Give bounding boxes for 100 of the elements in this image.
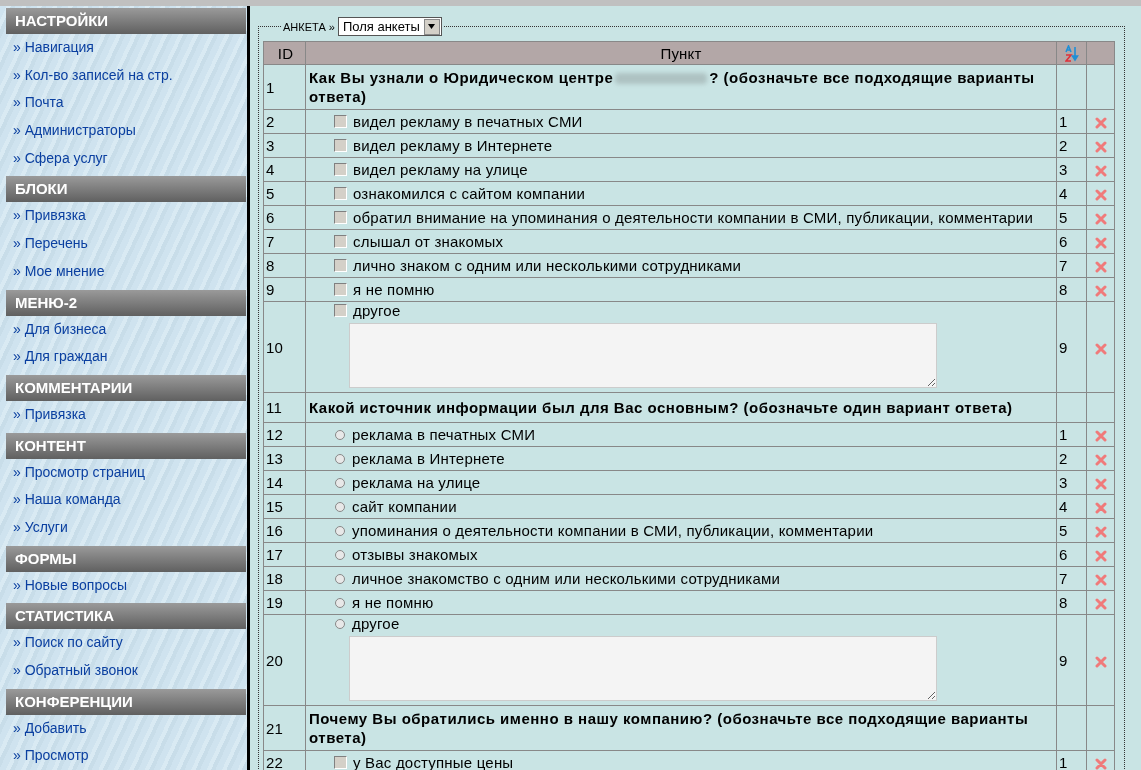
delete-icon[interactable]	[1094, 342, 1107, 355]
delete-icon[interactable]	[1094, 598, 1107, 611]
question-text: Какой источник информации был для Вас основным? (обозначьте один вариант ответа)	[305, 392, 1057, 423]
delete-icon[interactable]	[1094, 574, 1107, 587]
radio-button[interactable]	[335, 477, 345, 488]
radio-button[interactable]	[335, 429, 345, 440]
delete-icon[interactable]	[1094, 165, 1107, 178]
checkbox[interactable]	[334, 756, 347, 769]
id-cell: 18	[263, 566, 306, 591]
breadcrumb-label: АНКЕТА »	[283, 20, 335, 33]
text-area[interactable]	[349, 636, 937, 701]
option-label: видел рекламу в Интернете	[353, 137, 553, 154]
text-area[interactable]	[349, 323, 937, 388]
checkbox[interactable]	[334, 115, 347, 128]
order-cell: 6	[1056, 542, 1087, 567]
id-cell: 11	[263, 392, 306, 423]
checkbox[interactable]	[334, 187, 347, 200]
order-cell: 3	[1056, 470, 1087, 495]
order-cell: 9	[1056, 614, 1087, 706]
sidebar-link[interactable]: » Поиск по сайту	[0, 629, 123, 657]
checkbox[interactable]	[334, 283, 347, 296]
sidebar-link[interactable]: » Привязка	[0, 202, 86, 231]
delete-icon[interactable]	[1094, 550, 1107, 563]
sidebar-link[interactable]: » Услуги	[0, 513, 68, 542]
sidebar-link[interactable]: » Для граждан	[0, 343, 108, 371]
sidebar-link[interactable]: » Просмотр страниц	[0, 458, 146, 487]
option-label: я не помню	[352, 594, 434, 611]
option-label: упоминания о деятельности компании в СМИ, публикации, комментарии	[352, 522, 874, 539]
question-text: Почему Вы обратились именно в нашу компанию? (обозначьте все подходящие варианты ответа)	[305, 705, 1057, 751]
sidebar-link[interactable]: » Обратный звонок	[0, 657, 138, 685]
sidebar-link[interactable]: » Для бизнеса	[0, 315, 107, 344]
option-label: личное знакомство с одним или несколькими сотрудниками	[352, 570, 780, 587]
id-cell: 2	[263, 109, 306, 134]
radio-button[interactable]	[335, 453, 345, 464]
delete-icon[interactable]	[1094, 430, 1107, 443]
option-label: видел рекламу в печатных СМИ	[353, 113, 583, 130]
checkbox[interactable]	[334, 304, 347, 317]
sidebar-link[interactable]: » Наша команда	[0, 486, 121, 514]
sidebar-link[interactable]: » Навигация	[0, 34, 94, 62]
id-cell: 15	[263, 494, 306, 519]
order-cell: 7	[1056, 253, 1087, 278]
sidebar-link[interactable]: » Новые вопросы	[0, 571, 128, 600]
order-cell: 4	[1056, 494, 1087, 519]
sidebar-link[interactable]: » Просмотр	[0, 742, 89, 770]
form-select[interactable]: Поля анкеты	[337, 17, 442, 36]
delete-icon[interactable]	[1094, 758, 1107, 770]
order-cell: 1	[1056, 422, 1087, 447]
id-cell: 6	[263, 205, 306, 230]
sidebar-link[interactable]: » Добавить	[0, 714, 87, 743]
id-cell: 21	[263, 705, 306, 751]
sidebar-link[interactable]: » Привязка	[0, 400, 86, 429]
delete-icon[interactable]	[1094, 526, 1107, 539]
radio-button[interactable]	[335, 549, 345, 560]
id-cell: 12	[263, 422, 306, 447]
sidebar-link[interactable]: » Администраторы	[0, 117, 136, 145]
radio-button[interactable]	[335, 618, 345, 629]
checkbox[interactable]	[334, 211, 347, 224]
delete-icon[interactable]	[1094, 213, 1107, 226]
id-cell: 20	[263, 614, 306, 706]
sidebar-link[interactable]: » Сфера услуг	[0, 144, 108, 173]
radio-button[interactable]	[335, 525, 345, 536]
sidebar-link[interactable]: » Кол-во записей на стр.	[0, 61, 173, 90]
delete-icon[interactable]	[1094, 189, 1107, 202]
sidebar-section-header: КОММЕНТАРИИ	[6, 374, 246, 401]
sidebar-link[interactable]: » Мое мнение	[0, 257, 105, 286]
delete-icon[interactable]	[1094, 285, 1107, 298]
checkbox[interactable]	[334, 259, 347, 272]
id-cell: 10	[263, 301, 306, 393]
checkbox[interactable]	[334, 139, 347, 152]
checkbox[interactable]	[334, 235, 347, 248]
sidebar-section-header: БЛОКИ	[6, 176, 246, 203]
sidebar-section-header: МЕНЮ-2	[6, 289, 246, 316]
option-label: реклама в печатных СМИ	[352, 426, 536, 443]
radio-button[interactable]	[335, 501, 345, 512]
option-label: слышал от знакомых	[353, 233, 504, 250]
delete-icon[interactable]	[1094, 141, 1107, 154]
sort-icon[interactable]	[1064, 45, 1079, 63]
radio-button[interactable]	[335, 597, 345, 608]
column-header: ID	[263, 41, 306, 65]
id-cell: 9	[263, 277, 306, 302]
order-cell: 7	[1056, 566, 1087, 591]
sidebar-link[interactable]: » Перечень	[0, 230, 88, 258]
delete-icon[interactable]	[1094, 502, 1107, 515]
order-cell: 5	[1056, 205, 1087, 230]
checkbox[interactable]	[334, 163, 347, 176]
option-label: сайт компании	[352, 498, 457, 515]
option-label: другое	[352, 615, 400, 632]
order-cell: 4	[1056, 181, 1087, 206]
delete-icon[interactable]	[1094, 454, 1107, 467]
radio-button[interactable]	[335, 573, 345, 584]
delete-icon[interactable]	[1094, 261, 1107, 274]
delete-icon[interactable]	[1094, 478, 1107, 491]
id-cell: 14	[263, 470, 306, 495]
id-cell: 3	[263, 133, 306, 158]
sidebar-section-header: НАСТРОЙКИ	[6, 8, 246, 34]
option-label: ознакомился с сайтом компании	[353, 185, 586, 202]
sidebar-link[interactable]: » Почта	[0, 89, 64, 118]
delete-icon[interactable]	[1094, 655, 1107, 668]
delete-icon[interactable]	[1094, 117, 1107, 130]
delete-icon[interactable]	[1094, 237, 1107, 250]
